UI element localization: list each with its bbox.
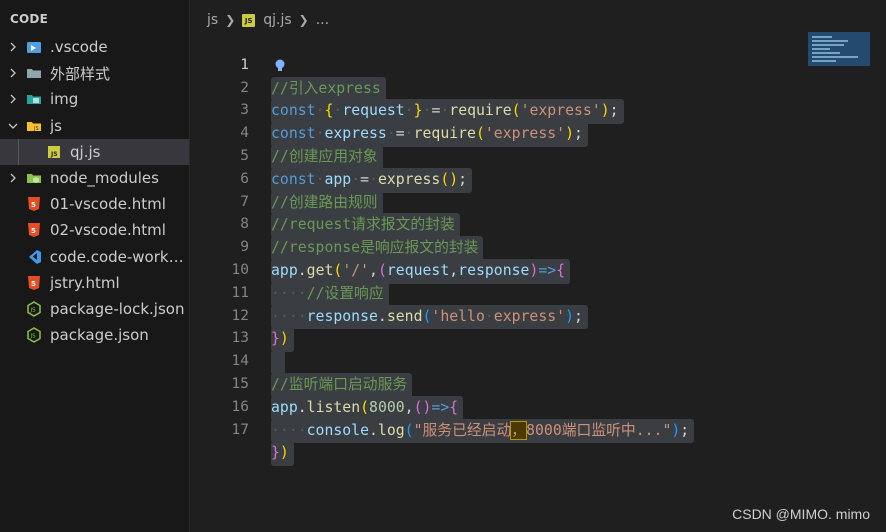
explorer-item-label: node_modules — [50, 169, 159, 188]
watermark: CSDN @MIMO. mimo — [732, 506, 870, 522]
explorer-item-label: img — [50, 90, 79, 109]
lightbulb-icon[interactable] — [273, 58, 287, 72]
explorer-title[interactable]: CODE — [0, 0, 189, 34]
code-line[interactable]: 2 const·{·request·}·=·require('express')… — [191, 54, 886, 125]
chevron-right-icon — [6, 94, 20, 104]
line-text: ····console.log("服务已经启动，8000端口监听中..."); — [271, 418, 695, 444]
vscode-folder-icon — [26, 39, 42, 55]
code-line[interactable]: 13 — [191, 305, 886, 375]
svg-text:JS: JS — [30, 334, 37, 340]
code-line[interactable]: 15 app.listen(8000,()=>{ — [191, 350, 886, 421]
explorer-item-label: js — [50, 116, 62, 135]
chevron-right-icon — [6, 42, 20, 52]
vscode-file-icon — [26, 249, 42, 265]
code-line[interactable]: 17 }) — [191, 396, 886, 467]
code-editor[interactable]: 1 //引入express 2 const·{·request·}·=·requ… — [191, 31, 886, 467]
editor-area: js ❯ JS qj.js ❯ ... 1 //引入express 2 cons… — [191, 0, 886, 532]
explorer-file[interactable]: JS package-lock.json — [0, 296, 189, 322]
explorer-file[interactable]: 5 02-vscode.html — [0, 217, 189, 243]
explorer-folder[interactable]: .vscode — [0, 34, 189, 60]
explorer-file[interactable]: 5 jstry.html — [0, 270, 189, 296]
code-line[interactable]: 12 }) — [191, 282, 886, 353]
svg-text:JS: JS — [50, 151, 58, 158]
svg-text:JS: JS — [30, 307, 37, 313]
code-line[interactable]: 4 //创建应用对象 — [191, 99, 886, 170]
code-line[interactable]: 7 //request请求报文的封装 — [191, 168, 886, 239]
node-folder-icon — [26, 170, 42, 186]
code-line[interactable]: 14 //监听端口启动服务 — [191, 327, 886, 398]
explorer-item-label: 外部样式 — [50, 64, 111, 83]
code-line[interactable]: 3 const·express·=·require('express'); — [191, 77, 886, 147]
code-line[interactable]: 9 app.get('/',(request,response)=>{ — [191, 213, 886, 284]
code-line[interactable]: 11 ····response.send('hello·express'); — [191, 259, 886, 330]
explorer-folder[interactable]: img — [0, 86, 189, 112]
chevron-down-icon — [6, 121, 20, 131]
image-folder-icon — [26, 91, 42, 107]
explorer-item-label: package-lock.json — [50, 299, 185, 318]
explorer-folder[interactable]: JS js — [0, 113, 189, 139]
explorer-item-label: .vscode — [50, 38, 108, 57]
file-tree: .vscode 外部样式 img JS js JS qj.js node_modules 5 01… — [0, 34, 189, 348]
folder-icon — [26, 65, 42, 81]
json-file-icon: JS — [26, 301, 42, 317]
chevron-right-icon — [6, 173, 20, 183]
code-line[interactable]: 5 const·app·=·express(); — [191, 122, 886, 193]
js-file-icon: JS — [242, 13, 256, 27]
json-file-icon: JS — [26, 327, 42, 344]
explorer-file[interactable]: 5 01-vscode.html — [0, 191, 189, 217]
code-line[interactable]: 10 ····//设置响应 — [191, 236, 886, 307]
line-text: }) — [271, 441, 294, 467]
explorer-file[interactable]: JS qj.js — [0, 138, 189, 165]
explorer-item-label: 01-vscode.html — [50, 195, 166, 214]
line-number: 17 — [231, 421, 249, 438]
js-file-icon: JS — [46, 144, 62, 160]
code-line[interactable]: 1 //引入express — [191, 31, 886, 102]
svg-text:5: 5 — [31, 201, 36, 209]
explorer-folder[interactable]: node_modules — [0, 165, 189, 191]
svg-text:JS: JS — [33, 126, 39, 132]
explorer-item-label: jstry.html — [50, 273, 120, 292]
explorer-item-label: code.code-works... — [49, 247, 189, 266]
code-line[interactable]: 16 ····console.log("服务已经启动，8000端口监听中..."… — [191, 373, 886, 444]
explorer-file[interactable]: JS package.json — [0, 322, 189, 348]
svg-text:5: 5 — [31, 227, 36, 235]
breadcrumb-folder[interactable]: js — [207, 12, 218, 28]
code-line[interactable]: 6 //创建路由规则 — [191, 145, 886, 216]
explorer-folder[interactable]: 外部样式 — [0, 60, 189, 86]
explorer-file[interactable]: code.code-works... — [0, 244, 189, 270]
breadcrumb-file[interactable]: qj.js — [263, 12, 291, 28]
explorer-sidebar: CODE .vscode 外部样式 img JS js JS qj.js node_modul… — [0, 0, 190, 532]
html-file-icon: 5 — [26, 275, 42, 291]
explorer-item-label: package.json — [50, 326, 149, 345]
breadcrumb: js ❯ JS qj.js ❯ ... — [207, 10, 329, 30]
breadcrumb-symbol[interactable]: ... — [316, 12, 329, 28]
chevron-right-icon: ❯ — [298, 13, 309, 27]
explorer-item-label: qj.js — [70, 142, 101, 161]
indent-guide — [18, 138, 19, 165]
html-file-icon: 5 — [26, 222, 42, 238]
explorer-item-label: 02-vscode.html — [50, 221, 166, 240]
html-file-icon: 5 — [26, 196, 42, 212]
chevron-right-icon — [6, 68, 20, 78]
svg-text:5: 5 — [31, 280, 36, 288]
js-folder-icon: JS — [26, 118, 42, 134]
chevron-right-icon: ❯ — [225, 13, 236, 27]
code-line[interactable]: 8 //response是响应报文的封装 — [191, 191, 886, 261]
